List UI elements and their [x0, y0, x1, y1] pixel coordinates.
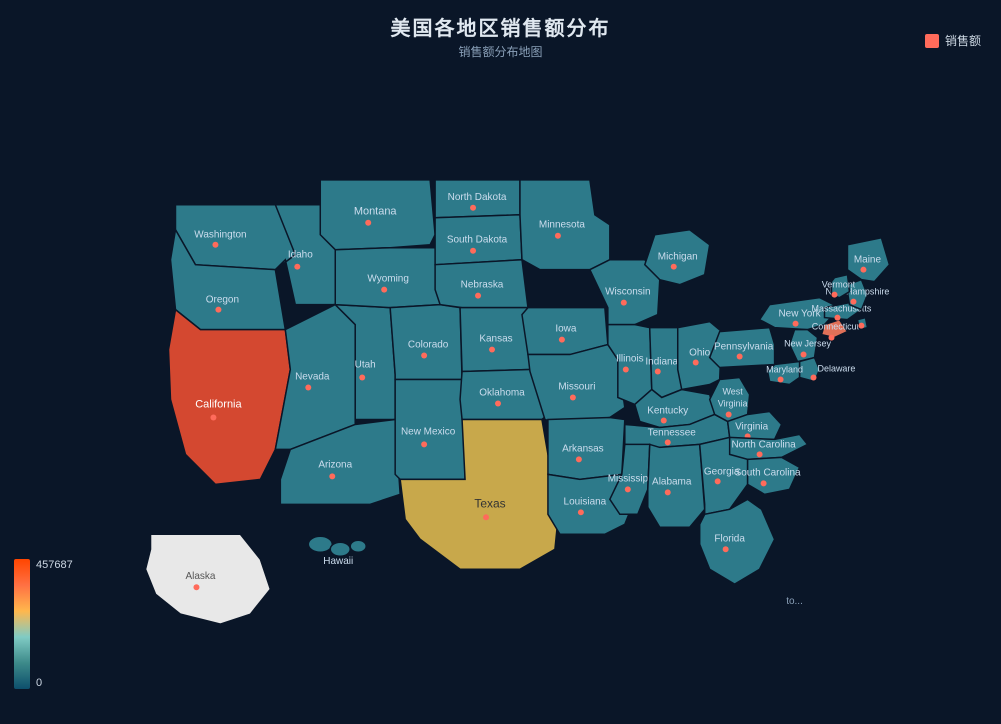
svg-text:Virginia: Virginia	[735, 421, 769, 432]
svg-text:Kansas: Kansas	[479, 334, 512, 345]
svg-text:North Carolina: North Carolina	[731, 439, 796, 450]
svg-text:Idaho: Idaho	[288, 250, 313, 261]
svg-text:Pennsylvania: Pennsylvania	[714, 342, 774, 353]
svg-text:Virginia: Virginia	[718, 398, 748, 408]
scale-min-label: 0	[36, 677, 73, 689]
svg-text:Texas: Texas	[474, 496, 505, 510]
svg-text:South Dakota: South Dakota	[447, 235, 508, 246]
svg-text:North Dakota: North Dakota	[448, 192, 507, 203]
svg-text:Hawaii: Hawaii	[323, 556, 353, 567]
svg-text:Nevada: Nevada	[295, 372, 330, 383]
svg-text:New Jersey: New Jersey	[784, 339, 831, 349]
svg-text:West: West	[723, 386, 744, 396]
svg-text:Montana: Montana	[354, 206, 398, 218]
legend-label: 销售额	[945, 32, 981, 49]
svg-text:Michigan: Michigan	[658, 252, 698, 263]
map-container: Washington Oregon California Idaho Nevad…	[0, 60, 1001, 719]
svg-text:Oklahoma: Oklahoma	[479, 387, 525, 398]
svg-text:Oregon: Oregon	[206, 295, 239, 306]
svg-text:Louisiana: Louisiana	[564, 496, 607, 507]
svg-text:Florida: Florida	[714, 533, 745, 544]
svg-text:Alabama: Alabama	[652, 476, 692, 487]
svg-text:Ohio: Ohio	[689, 348, 711, 359]
svg-text:Colorado: Colorado	[408, 340, 449, 351]
app: 美国各地区销售额分布 销售额分布地图 销售额 Washington Oregon…	[0, 0, 1001, 719]
svg-text:Washington: Washington	[194, 230, 246, 241]
svg-text:Missouri: Missouri	[558, 382, 595, 393]
svg-text:Vermont: Vermont	[822, 280, 856, 290]
svg-text:Iowa: Iowa	[555, 324, 577, 335]
scale-max-label: 457687	[36, 559, 73, 571]
svg-text:Wyoming: Wyoming	[367, 274, 408, 285]
sub-title: 销售额分布地图	[0, 43, 1001, 60]
svg-text:New Mexico: New Mexico	[401, 426, 456, 437]
main-title: 美国各地区销售额分布	[0, 12, 1001, 41]
svg-text:Connecticut: Connecticut	[812, 322, 860, 332]
color-scale: 457687 0	[14, 559, 73, 689]
svg-text:Illinois: Illinois	[616, 354, 644, 365]
us-map-svg: Washington Oregon California Idaho Nevad…	[0, 60, 1001, 719]
svg-text:Arizona: Arizona	[318, 459, 352, 470]
svg-text:Alaska: Alaska	[185, 571, 215, 582]
svg-text:Arkansas: Arkansas	[562, 443, 604, 454]
svg-text:Indiana: Indiana	[645, 357, 678, 368]
svg-text:Delaware: Delaware	[818, 364, 856, 374]
svg-text:Utah: Utah	[355, 360, 376, 371]
svg-text:Wisconsin: Wisconsin	[605, 287, 650, 298]
svg-text:Nebraska: Nebraska	[461, 280, 504, 291]
svg-text:to...: to...	[786, 596, 803, 607]
svg-text:Maine: Maine	[854, 255, 882, 266]
legend-color-dot	[925, 34, 939, 48]
svg-text:Minnesota: Minnesota	[539, 220, 585, 231]
header: 美国各地区销售额分布 销售额分布地图	[0, 0, 1001, 60]
svg-text:Maryland: Maryland	[766, 365, 803, 375]
legend-box: 销售额	[925, 32, 981, 49]
svg-text:California: California	[195, 398, 242, 410]
svg-text:Kentucky: Kentucky	[647, 405, 688, 416]
color-scale-bar	[14, 559, 30, 689]
svg-text:Tennessee: Tennessee	[648, 427, 697, 438]
svg-text:South Carolina: South Carolina	[735, 467, 801, 478]
